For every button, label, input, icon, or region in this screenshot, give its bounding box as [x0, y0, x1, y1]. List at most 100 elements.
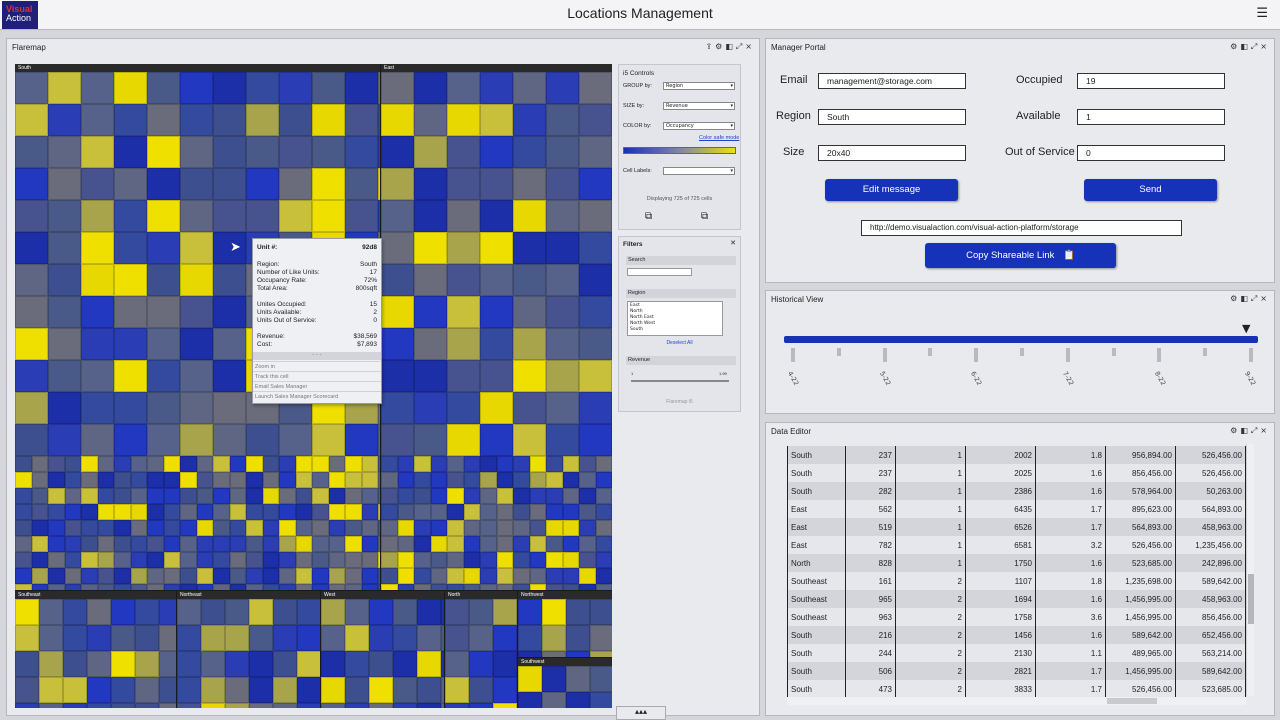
- tooltip-action-scorecard[interactable]: Launch Sales Manager Scorecard: [253, 391, 381, 401]
- table-cell[interactable]: 526,456.00: [1175, 446, 1246, 464]
- treemap-cell[interactable]: [114, 504, 131, 520]
- available-field[interactable]: 1: [1077, 109, 1225, 125]
- treemap-cell[interactable]: [213, 104, 246, 136]
- treemap-cell[interactable]: [262, 536, 279, 552]
- treemap-cell[interactable]: [579, 264, 612, 296]
- treemap-cell[interactable]: [397, 520, 414, 536]
- treemap-cell[interactable]: [15, 651, 39, 677]
- table-cell[interactable]: 1: [895, 482, 966, 500]
- treemap-cell[interactable]: [64, 536, 81, 552]
- table-cell[interactable]: 856,456.00: [1175, 608, 1246, 626]
- treemap-cell[interactable]: [213, 552, 230, 568]
- treemap-cell[interactable]: [546, 168, 579, 200]
- table-cell[interactable]: 1694: [965, 590, 1036, 608]
- treemap-cell[interactable]: [579, 536, 596, 552]
- treemap-cell[interactable]: [213, 328, 246, 360]
- treemap-cell[interactable]: [321, 677, 345, 703]
- treemap-cell[interactable]: [579, 568, 596, 584]
- treemap-cell[interactable]: [147, 296, 180, 328]
- treemap-cell[interactable]: [321, 625, 345, 651]
- treemap-cell[interactable]: [63, 651, 87, 677]
- table-cell[interactable]: 242,896.00: [1175, 554, 1246, 572]
- treemap-cell[interactable]: [312, 456, 329, 472]
- treemap-cell[interactable]: [430, 520, 447, 536]
- treemap-cell[interactable]: [430, 536, 447, 552]
- treemap-cell[interactable]: [345, 703, 369, 708]
- treemap-cell[interactable]: [345, 504, 362, 520]
- table-cell[interactable]: 216: [845, 626, 896, 644]
- treemap-cell[interactable]: [480, 424, 513, 456]
- treemap-cell[interactable]: [579, 296, 612, 328]
- treemap-cell[interactable]: [480, 232, 513, 264]
- treemap-cell[interactable]: [579, 360, 612, 392]
- table-cell[interactable]: 2130: [965, 644, 1036, 662]
- region-list[interactable]: East North North East North West South: [627, 301, 723, 336]
- treemap-cell[interactable]: [159, 651, 176, 677]
- treemap-cell[interactable]: [180, 568, 197, 584]
- treemap-cell[interactable]: [480, 536, 497, 552]
- treemap-cell[interactable]: [381, 72, 414, 104]
- treemap-cell[interactable]: [135, 651, 159, 677]
- treemap-cell[interactable]: [225, 651, 249, 677]
- treemap-cell[interactable]: [97, 504, 114, 520]
- treemap-cell[interactable]: [114, 264, 147, 296]
- table-cell[interactable]: 1750: [965, 554, 1036, 572]
- treemap-cell[interactable]: [81, 488, 98, 504]
- treemap-cell[interactable]: [369, 599, 393, 625]
- treemap-cell[interactable]: [180, 488, 197, 504]
- treemap-cell[interactable]: [361, 536, 378, 552]
- treemap-cell[interactable]: [430, 456, 447, 472]
- treemap-cell[interactable]: [48, 552, 65, 568]
- treemap-cell[interactable]: [39, 625, 63, 651]
- treemap-cell[interactable]: [414, 456, 431, 472]
- treemap-cell[interactable]: [147, 200, 180, 232]
- treemap-cell[interactable]: [378, 200, 380, 232]
- treemap-cell[interactable]: [180, 328, 213, 360]
- treemap-cell[interactable]: [130, 456, 147, 472]
- treemap-cell[interactable]: [518, 599, 542, 625]
- treemap-cell[interactable]: [345, 520, 362, 536]
- treemap-cell[interactable]: [196, 536, 213, 552]
- table-cell[interactable]: 1.6: [1035, 482, 1106, 500]
- treemap-cell[interactable]: [595, 472, 612, 488]
- treemap-cell[interactable]: [48, 136, 81, 168]
- table-cell[interactable]: 2: [895, 662, 966, 680]
- treemap-cell[interactable]: [513, 264, 546, 296]
- treemap-cell[interactable]: [213, 536, 230, 552]
- treemap-cell[interactable]: [312, 472, 329, 488]
- region-option[interactable]: South: [630, 327, 720, 333]
- treemap-cell[interactable]: [378, 104, 380, 136]
- treemap-cell[interactable]: [163, 504, 180, 520]
- treemap-cell[interactable]: [196, 472, 213, 488]
- treemap-cell[interactable]: [213, 200, 246, 232]
- treemap-cell[interactable]: [114, 456, 131, 472]
- treemap-cell[interactable]: [246, 488, 263, 504]
- table-cell[interactable]: 1107: [965, 572, 1036, 590]
- treemap-cell[interactable]: [111, 703, 135, 708]
- treemap-cell[interactable]: [469, 677, 493, 703]
- table-cell[interactable]: 1.6: [1035, 590, 1106, 608]
- treemap-cell[interactable]: [381, 488, 398, 504]
- treemap-cell[interactable]: [262, 456, 279, 472]
- treemap-cell[interactable]: [328, 536, 345, 552]
- table-cell[interactable]: 564,893.00: [1175, 500, 1246, 518]
- color-by-select[interactable]: Occupancy: [663, 122, 735, 130]
- table-cell[interactable]: East: [787, 518, 846, 536]
- treemap-cell[interactable]: [493, 625, 517, 651]
- treemap-cell[interactable]: [414, 296, 447, 328]
- treemap-cell[interactable]: [513, 136, 546, 168]
- treemap-cell[interactable]: [529, 584, 546, 590]
- treemap-cell[interactable]: [180, 584, 197, 590]
- treemap-cell[interactable]: [493, 651, 517, 677]
- treemap-cell[interactable]: [441, 599, 444, 625]
- treemap-cell[interactable]: [397, 552, 414, 568]
- treemap-cell[interactable]: [87, 703, 111, 708]
- treemap-cell[interactable]: [381, 520, 398, 536]
- treemap-cell[interactable]: [246, 104, 279, 136]
- treemap-cell[interactable]: [417, 599, 441, 625]
- treemap-cell[interactable]: [180, 536, 197, 552]
- treemap-cell[interactable]: [595, 584, 612, 590]
- treemap-cell[interactable]: [111, 625, 135, 651]
- treemap-cell[interactable]: [163, 520, 180, 536]
- treemap-cell[interactable]: [213, 472, 230, 488]
